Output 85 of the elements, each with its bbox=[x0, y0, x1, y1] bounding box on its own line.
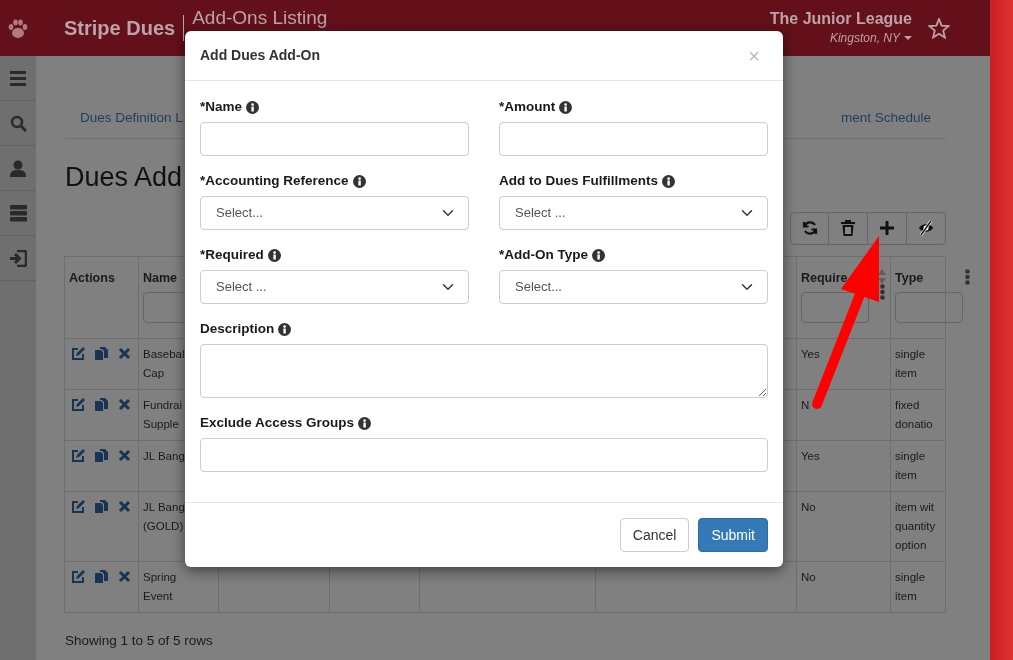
table-cell: JL Bang bbox=[143, 449, 185, 462]
edit-icon[interactable] bbox=[71, 346, 85, 360]
select-dropdown[interactable]: Select ... bbox=[499, 196, 768, 230]
field-label: *Required bbox=[200, 246, 264, 264]
field-label: *Accounting Reference bbox=[200, 172, 349, 190]
table-cell: single item bbox=[895, 570, 926, 602]
info-icon[interactable] bbox=[358, 416, 372, 430]
column-header[interactable]: Require bbox=[801, 268, 848, 288]
edit-icon[interactable] bbox=[71, 448, 85, 462]
info-icon[interactable] bbox=[246, 100, 260, 114]
dialog-title: Add Dues Add-On bbox=[200, 46, 321, 65]
edit-icon[interactable] bbox=[71, 569, 85, 583]
info-icon[interactable] bbox=[352, 174, 366, 188]
user-icon[interactable] bbox=[9, 159, 27, 177]
table-cell: item wit quantity option bbox=[895, 500, 936, 551]
paw-icon[interactable] bbox=[7, 18, 29, 38]
info-icon[interactable] bbox=[278, 322, 292, 336]
table-cell: Spring Event bbox=[143, 570, 177, 602]
refresh-icon bbox=[801, 220, 818, 237]
select-dropdown[interactable]: Select... bbox=[200, 196, 469, 230]
organization-name: The Junior League bbox=[769, 9, 912, 29]
star-icon[interactable] bbox=[928, 17, 950, 39]
select-dropdown[interactable]: Select... bbox=[499, 270, 768, 304]
refresh-button[interactable] bbox=[790, 211, 829, 245]
search-icon[interactable] bbox=[9, 114, 27, 132]
delete-icon[interactable] bbox=[118, 346, 131, 360]
copy-icon[interactable] bbox=[95, 397, 108, 411]
brand-name[interactable]: Stripe Dues bbox=[64, 13, 176, 43]
column-header: Type bbox=[895, 269, 924, 287]
delete-icon[interactable] bbox=[118, 499, 131, 513]
info-icon[interactable] bbox=[559, 100, 573, 114]
field-label: Add to Dues Fulfillments bbox=[499, 172, 658, 190]
table-cell: N bbox=[801, 398, 810, 411]
eye-slash-icon bbox=[918, 220, 934, 237]
delete-icon[interactable] bbox=[118, 569, 131, 583]
column-header: Actions bbox=[69, 269, 115, 287]
submit-button[interactable]: Submit bbox=[698, 518, 768, 552]
menu-icon[interactable] bbox=[9, 69, 27, 87]
info-icon[interactable] bbox=[592, 248, 605, 262]
cancel-button[interactable]: Cancel bbox=[619, 518, 690, 552]
field-label: Exclude Access Groups bbox=[200, 414, 355, 432]
copy-icon[interactable] bbox=[95, 499, 108, 513]
pagination-info: Showing 1 to 5 of 5 rows bbox=[65, 631, 213, 650]
field-label: *Name bbox=[200, 98, 243, 116]
table-cell: Basebal Cap bbox=[143, 347, 185, 379]
table-cell: JL Bang (GOLD) bbox=[143, 500, 185, 532]
input-field[interactable] bbox=[499, 122, 768, 156]
table-cell: single item bbox=[895, 449, 926, 481]
trash-icon bbox=[840, 220, 856, 237]
eye-slash-button[interactable] bbox=[907, 211, 946, 245]
page-title: Add-Ons Listing bbox=[192, 6, 328, 29]
page-heading: Dues Add bbox=[65, 161, 183, 194]
location-dropdown[interactable]: Kingston, NY bbox=[829, 28, 912, 47]
trash-button[interactable] bbox=[829, 211, 868, 245]
input-field[interactable] bbox=[200, 122, 469, 156]
edit-icon[interactable] bbox=[71, 397, 85, 411]
edit-icon[interactable] bbox=[71, 499, 85, 513]
filter-field[interactable] bbox=[895, 291, 963, 323]
select-dropdown[interactable]: Select ... bbox=[200, 270, 469, 304]
caret-icon bbox=[904, 35, 912, 40]
table-cell: single item bbox=[895, 347, 926, 379]
delete-icon[interactable] bbox=[118, 448, 131, 462]
table-cell: Yes bbox=[801, 347, 820, 360]
kebab-menu-icon[interactable] bbox=[879, 283, 885, 300]
plus-button[interactable] bbox=[868, 211, 907, 245]
sign-in-icon[interactable] bbox=[9, 249, 27, 267]
table-cell: No bbox=[801, 500, 816, 513]
info-icon[interactable] bbox=[267, 248, 281, 262]
table-cell: Fundrai Supple bbox=[143, 398, 182, 430]
input-field[interactable] bbox=[200, 438, 768, 472]
info-icon[interactable] bbox=[662, 174, 675, 188]
field-label: Description bbox=[200, 320, 275, 338]
table-cell: fixed donatio bbox=[895, 398, 933, 430]
field-label: *Amount bbox=[499, 98, 556, 116]
copy-icon[interactable] bbox=[95, 346, 108, 360]
delete-icon[interactable] bbox=[118, 397, 131, 411]
column-header: Name bbox=[143, 269, 178, 287]
kebab-menu-icon[interactable] bbox=[965, 268, 970, 285]
server-icon[interactable] bbox=[9, 204, 27, 222]
table-cell: Yes bbox=[801, 449, 820, 462]
copy-icon[interactable] bbox=[95, 569, 108, 583]
table-cell: No bbox=[801, 570, 816, 583]
plus-icon bbox=[879, 220, 895, 237]
field-label: *Add-On Type bbox=[499, 246, 588, 264]
copy-icon[interactable] bbox=[95, 448, 108, 462]
